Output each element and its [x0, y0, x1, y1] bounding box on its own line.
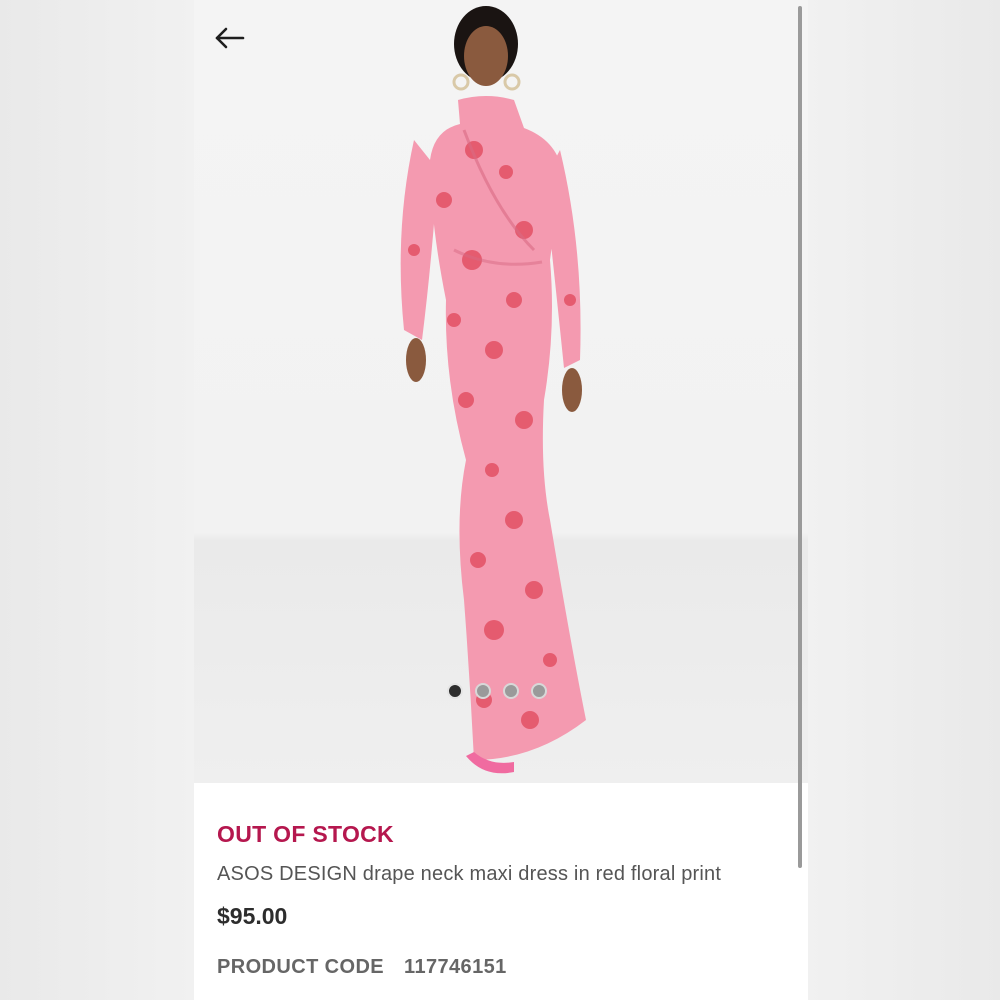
- product-code-label: PRODUCT CODE: [217, 956, 385, 978]
- carousel-dot-1[interactable]: [447, 683, 463, 699]
- arrow-left-icon: [215, 27, 245, 49]
- stock-status: OUT OF STOCK: [217, 821, 394, 847]
- product-code-value: 117746151: [404, 956, 507, 978]
- carousel-pagination: [447, 683, 547, 699]
- product-price: $95.00: [217, 903, 288, 929]
- product-title: ASOS DESIGN drape neck maxi dress in red…: [217, 863, 722, 885]
- product-page: OUT OF STOCK ASOS DESIGN drape neck maxi…: [194, 0, 808, 1000]
- carousel-dot-3[interactable]: [503, 683, 519, 699]
- backdrop-left: [0, 0, 194, 1000]
- backdrop-right: [808, 0, 1000, 1000]
- carousel-dot-4[interactable]: [531, 683, 547, 699]
- product-photo: [400, 6, 586, 774]
- product-image-carousel[interactable]: [194, 0, 808, 783]
- product-code-row: PRODUCT CODE 117746151: [217, 956, 507, 979]
- scrollbar[interactable]: [798, 6, 802, 868]
- carousel-dot-2[interactable]: [475, 683, 491, 699]
- back-button[interactable]: [210, 20, 250, 56]
